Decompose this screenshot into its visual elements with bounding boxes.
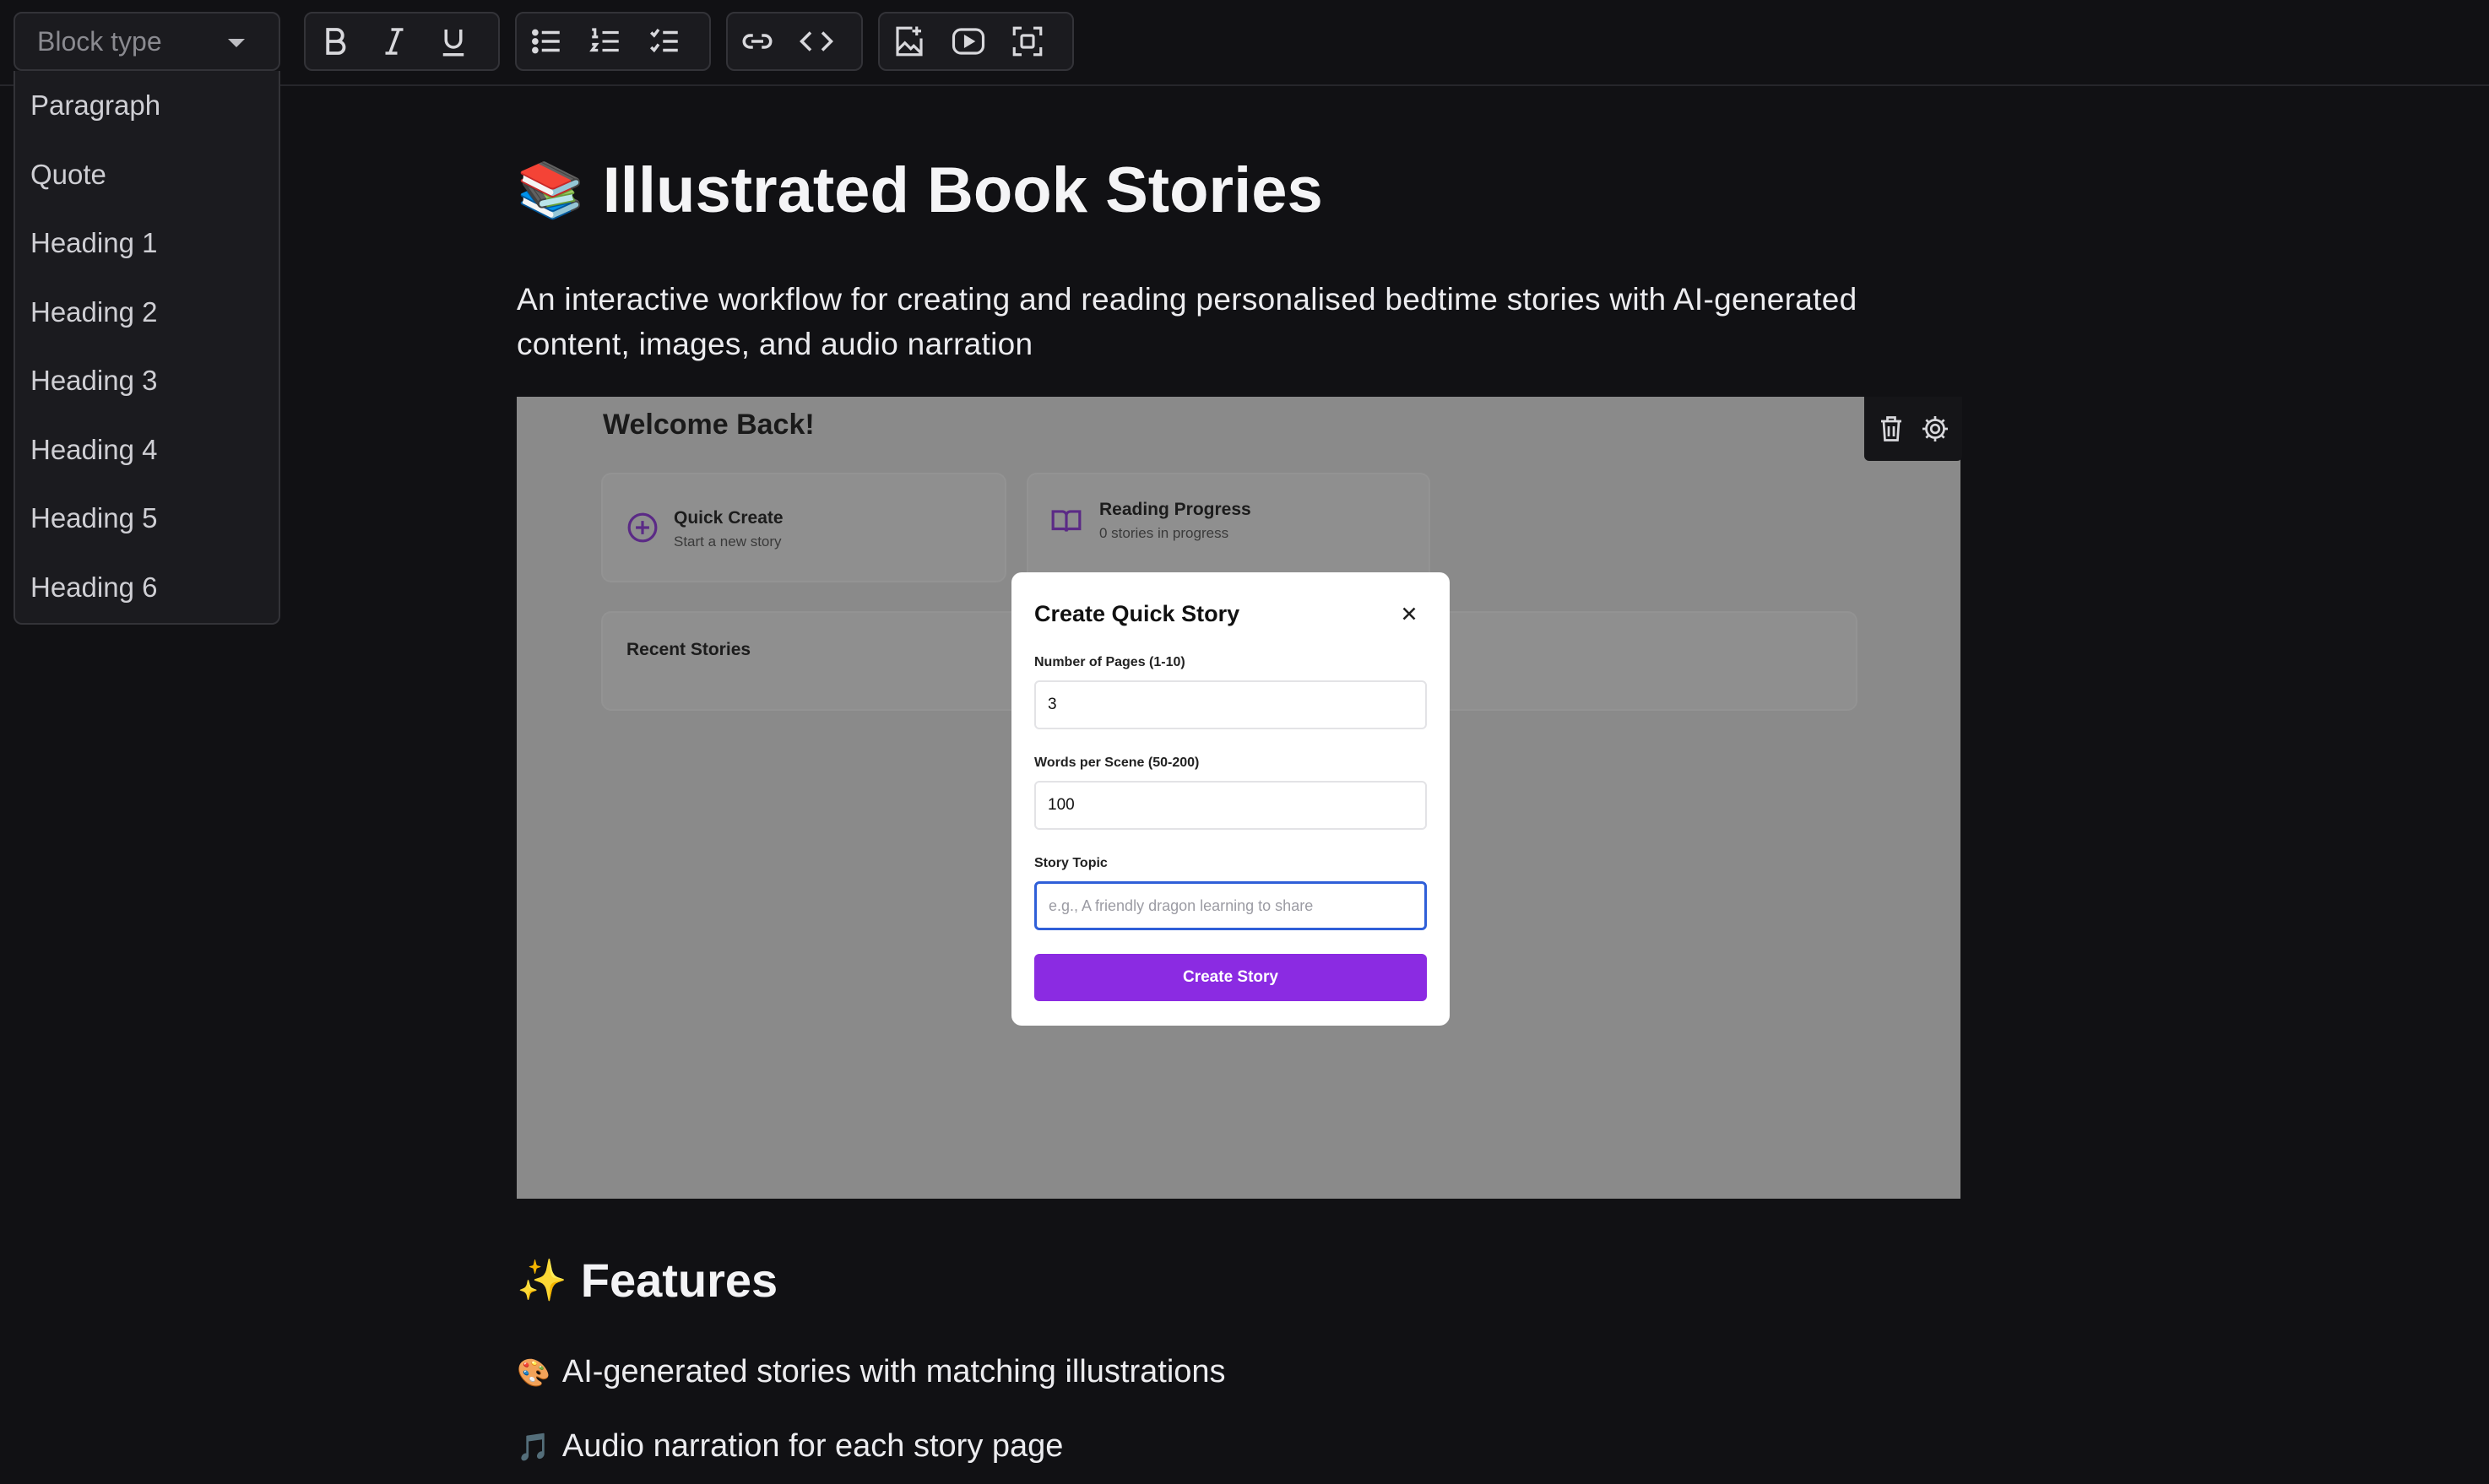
fullscreen-icon	[1012, 26, 1043, 57]
chevron-down-icon	[228, 39, 245, 47]
embed-actions	[1864, 397, 1962, 461]
menu-item-heading-1[interactable]: Heading 1	[15, 225, 279, 295]
list-group	[515, 12, 711, 71]
list-item-text: AI-generated stories with matching illus…	[561, 1354, 1226, 1389]
features-heading[interactable]: ✨ Features	[517, 1253, 778, 1308]
books-icon: 📚	[517, 160, 584, 220]
bold-icon	[326, 28, 346, 55]
menu-item-heading-4[interactable]: Heading 4	[15, 432, 279, 501]
modal-title: Create Quick Story	[1034, 601, 1240, 626]
palette-icon: 🎨	[517, 1357, 550, 1388]
code-button[interactable]	[787, 14, 846, 69]
words-label: Words per Scene (50-200)	[1034, 756, 1200, 770]
underline-button[interactable]	[424, 14, 483, 69]
numbered-list-icon	[589, 28, 619, 52]
list-item-text: Audio narration for each story page	[561, 1428, 1064, 1464]
music-note-icon: 🎵	[517, 1431, 550, 1462]
create-story-modal: Create Quick Story Number of Pages (1-10…	[1011, 572, 1450, 1026]
reading-progress-title: Reading Progress	[1099, 500, 1251, 519]
link-button[interactable]	[728, 14, 787, 69]
fullscreen-button[interactable]	[998, 14, 1057, 69]
page-title[interactable]: 📚 Illustrated Book Stories	[517, 154, 1323, 227]
bullet-list-button[interactable]	[517, 14, 576, 69]
page-title-text: Illustrated Book Stories	[602, 154, 1323, 226]
image-icon	[896, 26, 923, 57]
reading-progress-subtitle: 0 stories in progress	[1099, 525, 1229, 541]
menu-item-heading-2[interactable]: Heading 2	[15, 295, 279, 364]
block-type-menu: Paragraph Quote Heading 1 Heading 2 Head…	[14, 71, 280, 625]
code-icon	[800, 31, 833, 51]
text-format-group	[304, 12, 500, 71]
plus-circle-icon	[627, 512, 658, 543]
welcome-heading: Welcome Back!	[603, 409, 815, 441]
words-input[interactable]: 100	[1034, 781, 1427, 830]
checklist-icon	[650, 28, 678, 53]
insert-image-button[interactable]	[880, 14, 939, 69]
trash-icon[interactable]	[1876, 414, 1906, 444]
numbered-list-button[interactable]	[576, 14, 635, 69]
menu-item-quote[interactable]: Quote	[15, 157, 279, 226]
link-icon	[742, 34, 773, 49]
list-item[interactable]: 🎵 Audio narration for each story page	[517, 1428, 1063, 1465]
book-open-icon	[1051, 510, 1082, 532]
menu-item-heading-3[interactable]: Heading 3	[15, 363, 279, 432]
italic-button[interactable]	[365, 14, 424, 69]
intro-paragraph[interactable]: An interactive workflow for creating and…	[517, 277, 1969, 366]
quick-create-title: Quick Create	[674, 508, 784, 528]
quick-create-card[interactable]: Quick Create Start a new story	[603, 474, 1005, 581]
sparkles-icon: ✨	[517, 1259, 567, 1303]
bullet-list-icon	[532, 29, 560, 54]
pages-label: Number of Pages (1-10)	[1034, 655, 1185, 669]
topic-label: Story Topic	[1034, 856, 1108, 870]
quick-create-subtitle: Start a new story	[674, 533, 782, 550]
checklist-button[interactable]	[635, 14, 694, 69]
topic-input[interactable]: e.g., A friendly dragon learning to shar…	[1034, 881, 1427, 930]
reading-progress-card[interactable]: Reading Progress 0 stories in progress	[1028, 474, 1429, 581]
recent-stories-title: Recent Stories	[626, 640, 751, 659]
insert-video-button[interactable]	[939, 14, 998, 69]
menu-item-heading-5[interactable]: Heading 5	[15, 501, 279, 570]
menu-item-heading-6[interactable]: Heading 6	[15, 570, 279, 639]
editor-toolbar: Block type	[0, 0, 2489, 86]
bold-button[interactable]	[306, 14, 365, 69]
video-icon	[952, 28, 985, 55]
features-heading-text: Features	[580, 1254, 778, 1307]
block-type-placeholder: Block type	[37, 25, 162, 57]
media-group	[878, 12, 1074, 71]
link-code-group	[726, 12, 863, 71]
create-story-button[interactable]: Create Story	[1034, 954, 1427, 1001]
gear-icon[interactable]	[1920, 414, 1950, 444]
block-type-select[interactable]: Block type	[14, 12, 280, 71]
italic-icon	[385, 28, 404, 55]
underline-icon	[442, 30, 464, 57]
list-item[interactable]: 🎨 AI-generated stories with matching ill…	[517, 1354, 1226, 1390]
menu-item-paragraph[interactable]: Paragraph	[15, 88, 279, 157]
close-icon[interactable]	[1398, 603, 1420, 625]
pages-input[interactable]: 3	[1034, 680, 1427, 729]
